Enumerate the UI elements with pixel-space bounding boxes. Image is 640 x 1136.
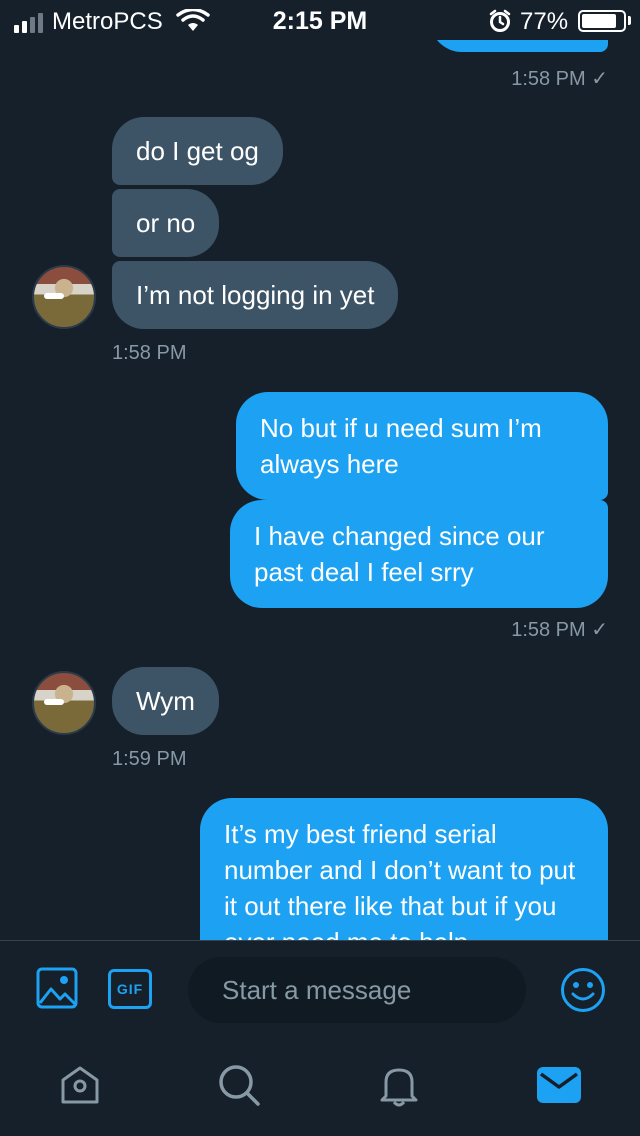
message-timestamp: 1:58 PM ✓ bbox=[511, 619, 608, 641]
home-icon bbox=[61, 1066, 99, 1104]
carrier-name: MetroPCS bbox=[52, 8, 163, 35]
tab-search[interactable] bbox=[214, 1060, 264, 1110]
tab-home[interactable] bbox=[55, 1060, 105, 1110]
incoming-message[interactable]: Wym bbox=[112, 667, 219, 735]
gif-icon[interactable]: GIF bbox=[108, 969, 152, 1009]
message-timestamp: 1:58 PM bbox=[112, 342, 187, 364]
battery-icon bbox=[578, 10, 626, 32]
status-bar: MetroPCS 2:15 PM 77% bbox=[0, 0, 640, 40]
notifications-icon bbox=[380, 1068, 418, 1107]
battery-percent: 77% bbox=[520, 8, 569, 35]
avatar[interactable] bbox=[32, 265, 96, 329]
signal-icon bbox=[14, 13, 43, 33]
message-composer: GIF bbox=[0, 940, 640, 1036]
search-icon bbox=[219, 1065, 260, 1106]
incoming-message[interactable]: I’m not logging in yet bbox=[112, 261, 399, 329]
message-thread[interactable]: 1:58 PM ✓ do I get og or no I’m not logg… bbox=[0, 40, 640, 940]
outgoing-message[interactable]: I have changed since our past deal I fee… bbox=[230, 500, 608, 608]
tab-messages[interactable] bbox=[534, 1060, 584, 1110]
alarm-icon bbox=[489, 9, 511, 32]
message-timestamp: 1:59 PM bbox=[112, 748, 187, 770]
outgoing-message-partial[interactable] bbox=[430, 40, 608, 52]
incoming-message[interactable]: or no bbox=[112, 189, 220, 257]
message-input[interactable] bbox=[188, 957, 526, 1023]
messages-icon bbox=[537, 1067, 581, 1103]
outgoing-message[interactable]: It’s my best friend serial number and I … bbox=[200, 798, 608, 940]
emoji-icon[interactable] bbox=[560, 967, 606, 1013]
tab-notifications[interactable] bbox=[374, 1060, 424, 1110]
incoming-message[interactable]: do I get og bbox=[112, 117, 283, 185]
message-timestamp: 1:58 PM ✓ bbox=[511, 68, 608, 90]
tab-bar bbox=[0, 1036, 640, 1136]
avatar[interactable] bbox=[32, 671, 96, 735]
battery-tip bbox=[628, 16, 631, 25]
wifi-icon bbox=[176, 9, 210, 31]
outgoing-message[interactable]: No but if u need sum I’m always here bbox=[236, 392, 608, 500]
image-icon[interactable] bbox=[36, 967, 78, 1009]
